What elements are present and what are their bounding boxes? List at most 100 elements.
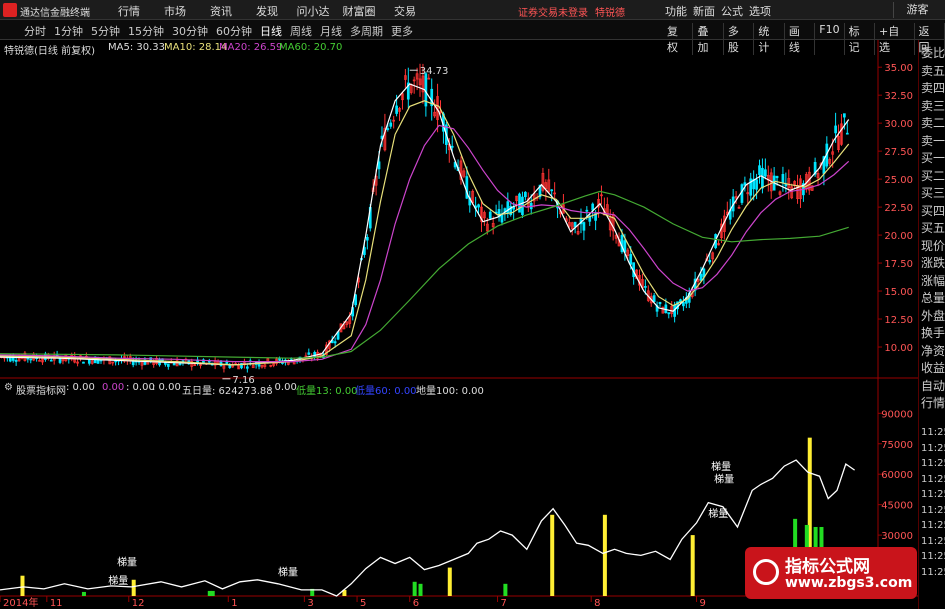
watermark-icon — [753, 559, 779, 585]
volume-bar-yellow — [131, 579, 136, 596]
price-tick-label: 12.50 — [884, 315, 913, 326]
candle-body — [585, 209, 589, 212]
side-label-2: 卖四 — [921, 81, 945, 95]
candle-body — [228, 364, 232, 368]
extreme-label: 7.16 — [232, 375, 254, 386]
candle-body — [591, 203, 595, 211]
chart-canvas[interactable]: 34.737.16 梯量梯量梯量梯量梯量梯量 35.0032.5030.0027… — [0, 0, 945, 609]
candle-body — [365, 236, 369, 241]
time-tick-label: 12 — [132, 598, 145, 609]
volume-bar-yellow — [690, 535, 695, 596]
time-tick-label: 3 — [307, 598, 313, 609]
volume-bar-yellow — [602, 514, 607, 596]
candle-body — [512, 207, 516, 210]
volume-bar-yellow — [550, 514, 555, 596]
candle-body — [740, 184, 744, 203]
volume-bar-yellow — [447, 567, 452, 596]
candle-body — [652, 295, 656, 302]
candle-body — [506, 201, 510, 214]
side-label-19: 自动 — [921, 378, 945, 393]
side-label-4: 卖二 — [921, 116, 945, 130]
side-label-11: 现价 — [921, 238, 945, 253]
side-label-16: 换手 — [921, 326, 945, 340]
candle-body — [699, 273, 703, 281]
side-label-22: 11:25 — [921, 442, 945, 454]
candle-body — [708, 259, 712, 263]
quote-side-panel: 委比 卖五 卖四 卖三 卖二 卖一 买一 买二 买三 买四 买五 现价 涨跌 涨幅 总量 外盘 换手 净资 收益 自动… — [918, 40, 945, 609]
candle-body — [761, 167, 764, 189]
candle-body — [488, 211, 492, 219]
volume-tick-label: 75000 — [881, 440, 913, 451]
ma-line-ma20 — [0, 124, 850, 363]
side-label-30: 11:25 — [921, 566, 945, 578]
candle-body — [225, 361, 229, 364]
side-label-25: 11:25 — [921, 489, 945, 500]
candle-body — [518, 193, 521, 213]
price-tick-label: 15.00 — [884, 287, 913, 298]
volume-tick-label: 60000 — [881, 470, 913, 481]
side-label-27: 11:25 — [921, 520, 945, 531]
candle-body — [658, 301, 662, 305]
time-tick-label: 8 — [594, 598, 600, 609]
side-label-21: 11:25 — [921, 427, 945, 438]
side-label-13: 涨幅 — [921, 273, 945, 288]
candle-body — [582, 222, 586, 231]
volume-label: 梯量 — [708, 507, 728, 520]
candle-body — [450, 145, 454, 148]
side-label-24: 11:25 — [921, 473, 945, 485]
side-label-17: 净资 — [921, 343, 945, 358]
volume-bar-green — [210, 590, 215, 596]
candle-body — [49, 359, 53, 362]
volume-bar-green — [412, 581, 417, 596]
chart-axes: 35.00 32.50 30.00 27.50 25.00 22.50 20.00 17.50… — [0, 63, 913, 609]
volume-tick-label: 30000 — [881, 531, 913, 542]
volume-label: 梯量 — [714, 472, 734, 485]
volume-bar-green — [503, 583, 508, 596]
side-label-20: 行情 — [921, 396, 945, 410]
side-label-12: 涨跌 — [921, 256, 945, 270]
watermark-logo: 指标公式网 www.zbgs3.com — [745, 547, 917, 599]
side-label-3: 卖三 — [921, 98, 945, 113]
price-tick-label: 30.00 — [884, 119, 913, 130]
volume-label: 梯量 — [117, 556, 137, 569]
candle-body — [131, 361, 135, 366]
price-tick-label: 20.00 — [884, 231, 913, 242]
watermark-url: www.zbgs3.com — [785, 575, 913, 591]
candle-body — [845, 132, 849, 135]
candle-body — [834, 125, 837, 134]
candle-body — [14, 359, 18, 362]
candle-body — [166, 363, 170, 367]
candle-body — [758, 165, 761, 175]
side-label-6: 买一 — [921, 151, 945, 165]
price-tick-label: 25.00 — [884, 175, 913, 186]
candle-body — [781, 174, 785, 183]
side-label-26: 11:25 — [921, 504, 945, 516]
candle-body — [114, 360, 117, 363]
candle-body — [764, 169, 767, 177]
volume-label: 梯量 — [711, 460, 731, 473]
candle-body — [377, 161, 381, 170]
ma-line-ma60 — [0, 190, 849, 359]
candle-body — [307, 352, 311, 355]
candle-body — [172, 363, 176, 366]
candle-body — [843, 113, 846, 118]
candle-body — [755, 179, 758, 190]
watermark-title: 指标公式网 — [785, 557, 870, 577]
side-label-18: 收益 — [921, 361, 945, 375]
candle-body — [333, 341, 337, 344]
side-label-14: 总量 — [921, 291, 945, 305]
price-tick-label: 17.50 — [884, 259, 913, 270]
chart-grid — [0, 40, 918, 597]
side-label-9: 买四 — [921, 203, 945, 218]
time-tick-label: 11 — [50, 598, 63, 609]
side-label-28: 11:25 — [921, 535, 945, 547]
side-label-8: 买三 — [921, 186, 945, 200]
candle-body — [386, 128, 390, 130]
volume-tick-label: 45000 — [881, 501, 913, 512]
time-tick-label: 5 — [360, 598, 366, 609]
time-tick-label: 6 — [413, 598, 419, 609]
candle-body — [245, 366, 249, 369]
price-tick-label: 27.50 — [884, 147, 913, 158]
candle-body — [524, 191, 527, 198]
price-chart: 34.73 7.16 — [0, 63, 850, 386]
